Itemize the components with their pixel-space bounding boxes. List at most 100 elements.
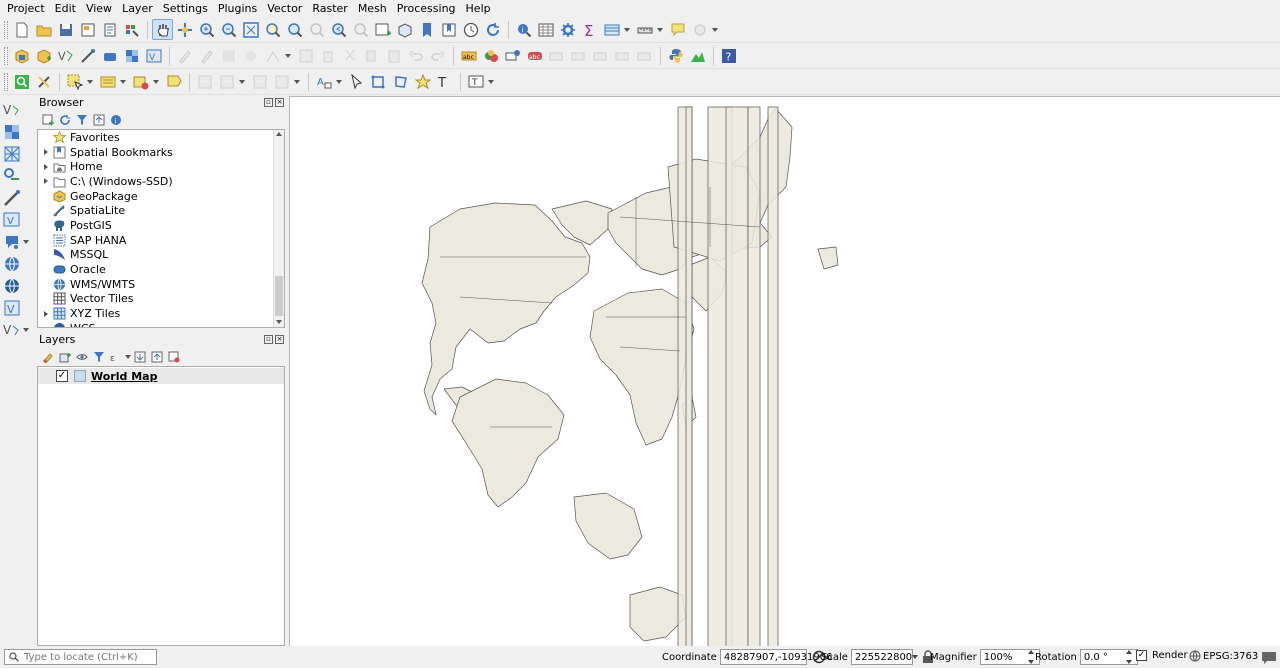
add-group-icon[interactable]: [57, 349, 73, 365]
scroll-down-arrow-icon[interactable]: [276, 320, 282, 324]
help-icon[interactable]: ?: [718, 45, 739, 66]
rotation-spinbox[interactable]: 0.0 °: [1079, 649, 1138, 665]
annotation-text-dropdown[interactable]: [335, 71, 343, 92]
processing-toolbox-icon[interactable]: [557, 19, 578, 40]
add-raster-layer-icon[interactable]: [3, 122, 29, 142]
measure-dropdown[interactable]: [656, 19, 664, 40]
properties-icon[interactable]: i: [108, 112, 124, 128]
toolbar-grip[interactable]: [4, 72, 8, 91]
pan-to-selection-icon[interactable]: [174, 19, 195, 40]
menu-edit[interactable]: Edit: [50, 0, 81, 17]
crs-button[interactable]: EPSG:3763: [1189, 650, 1258, 662]
zoom-to-layer-icon[interactable]: [284, 19, 305, 40]
menu-settings[interactable]: Settings: [158, 0, 213, 17]
identify-features-icon[interactable]: i: [513, 19, 534, 40]
decorations-dropdown[interactable]: [711, 19, 719, 40]
add-postgis-layer-icon[interactable]: V: [3, 210, 29, 230]
menu-plugins[interactable]: Plugins: [213, 0, 262, 17]
select-by-value-dropdown[interactable]: [119, 71, 127, 92]
create-marker-annotation-icon[interactable]: [412, 71, 433, 92]
temporal-controller-icon[interactable]: [460, 19, 481, 40]
menu-layer[interactable]: Layer: [117, 0, 158, 17]
scrollbar-thumb[interactable]: [275, 276, 283, 316]
add-wms-layer-icon[interactable]: [3, 232, 29, 252]
unpin-labels-icon[interactable]: [634, 45, 655, 66]
browser-item-sap-hana[interactable]: SAP HANA: [38, 233, 284, 248]
open-layer-styling-icon[interactable]: [40, 349, 56, 365]
zoom-next-icon[interactable]: [350, 19, 371, 40]
collapse-all-icon[interactable]: [149, 349, 165, 365]
deselect-dropdown[interactable]: [152, 71, 160, 92]
add-virtual-layer-icon[interactable]: [99, 45, 120, 66]
layer-item[interactable]: ✓ World Map: [38, 368, 284, 384]
copy-features-icon[interactable]: [361, 45, 382, 66]
modify-annotation-icon[interactable]: [346, 71, 367, 92]
refresh-icon[interactable]: [482, 19, 503, 40]
plugin-tools-icon[interactable]: [33, 71, 54, 92]
collapse-all-icon[interactable]: [91, 112, 107, 128]
open-table-icon[interactable]: [601, 19, 622, 40]
add-wfs-layer-icon[interactable]: [3, 276, 29, 296]
measure-line-icon[interactable]: [634, 19, 655, 40]
add-delimited-text-layer-icon[interactable]: [3, 166, 29, 186]
render-checkbox[interactable]: ✓: [1136, 650, 1147, 661]
add-vector-layer-icon[interactable]: V: [3, 100, 29, 120]
browser-item-spatialite[interactable]: SpatiaLite: [38, 203, 284, 218]
scale-combobox[interactable]: 225522800: [850, 649, 919, 665]
zoom-in-icon[interactable]: [196, 19, 217, 40]
create-line-annotation-icon[interactable]: [390, 71, 411, 92]
new-project-icon[interactable]: [11, 19, 32, 40]
add-mesh-layer-icon[interactable]: [3, 144, 29, 164]
new-geopackage-layer-icon[interactable]: [33, 45, 54, 66]
menu-view[interactable]: View: [81, 0, 117, 17]
browser-item-vector-tiles[interactable]: Vector Tiles: [38, 292, 284, 307]
browser-item-home[interactable]: Home: [38, 159, 284, 174]
rotate-label-icon[interactable]: [568, 45, 589, 66]
zoom-full-icon[interactable]: [240, 19, 261, 40]
add-feature-icon[interactable]: [240, 45, 261, 66]
move-label-icon[interactable]: [546, 45, 567, 66]
new-bookmark-icon[interactable]: [416, 19, 437, 40]
browser-item-c-windows-ssd[interactable]: C:\ (Windows-SSD): [38, 174, 284, 189]
digitize-extra-icon[interactable]: [216, 71, 237, 92]
expand-arrow-icon[interactable]: [41, 162, 51, 172]
deselect-all-icon[interactable]: [130, 71, 151, 92]
layer-visibility-checkbox[interactable]: ✓: [56, 370, 68, 382]
digitize-icon[interactable]: [194, 71, 215, 92]
map-tips-icon[interactable]: [667, 19, 688, 40]
browser-item-oracle[interactable]: Oracle: [38, 262, 284, 277]
redo-icon[interactable]: [427, 45, 448, 66]
browser-item-mssql[interactable]: MSSQL: [38, 248, 284, 263]
browser-item-geopackage[interactable]: GeoPackage: [38, 189, 284, 204]
select-features-dropdown[interactable]: [86, 71, 94, 92]
browser-item-postgis[interactable]: PostGIS: [38, 218, 284, 233]
zoom-to-selection-icon[interactable]: [262, 19, 283, 40]
refresh-icon[interactable]: [57, 112, 73, 128]
attribute-table-icon[interactable]: [535, 19, 556, 40]
change-label-icon[interactable]: [590, 45, 611, 66]
filter-expression-dropdown[interactable]: [125, 349, 131, 365]
map-canvas[interactable]: [289, 96, 1280, 646]
menu-mesh[interactable]: Mesh: [353, 0, 392, 17]
statistical-summary-icon[interactable]: Σ: [579, 19, 600, 40]
zoom-native-icon[interactable]: [306, 19, 327, 40]
expand-arrow-icon[interactable]: [41, 309, 51, 319]
current-edits-icon[interactable]: [196, 45, 217, 66]
new-print-layout-icon[interactable]: [77, 19, 98, 40]
browser-item-spatial-bookmarks[interactable]: Spatial Bookmarks: [38, 145, 284, 160]
zoom-out-icon[interactable]: [218, 19, 239, 40]
select-by-value-icon[interactable]: [97, 71, 118, 92]
annotation-text-icon[interactable]: A: [313, 71, 334, 92]
show-hide-labels-icon[interactable]: abc: [524, 45, 545, 66]
create-text-annotation-icon[interactable]: T: [434, 71, 455, 92]
select-by-location-icon[interactable]: [163, 71, 184, 92]
delete-selected-icon[interactable]: [317, 45, 338, 66]
new-3d-map-view-icon[interactable]: [394, 19, 415, 40]
remove-layer-icon[interactable]: [166, 349, 182, 365]
expand-arrow-icon[interactable]: [41, 176, 51, 186]
scroll-up-arrow-icon[interactable]: [276, 132, 282, 136]
add-xyz-layer-icon[interactable]: V: [3, 298, 29, 318]
filter-legend-icon[interactable]: [91, 349, 107, 365]
manage-map-themes-icon[interactable]: [74, 349, 90, 365]
pin-labels-icon[interactable]: [502, 45, 523, 66]
